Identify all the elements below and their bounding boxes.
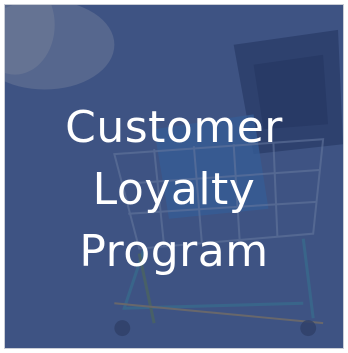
headline-line-2: Loyalty — [92, 164, 256, 215]
loyalty-program-tile[interactable]: Customer Loyalty Program — [4, 4, 344, 349]
headline-line-3: Program — [79, 226, 269, 277]
headline-line-1: Customer — [65, 102, 283, 153]
tile-headline: Customer Loyalty Program — [5, 97, 343, 283]
